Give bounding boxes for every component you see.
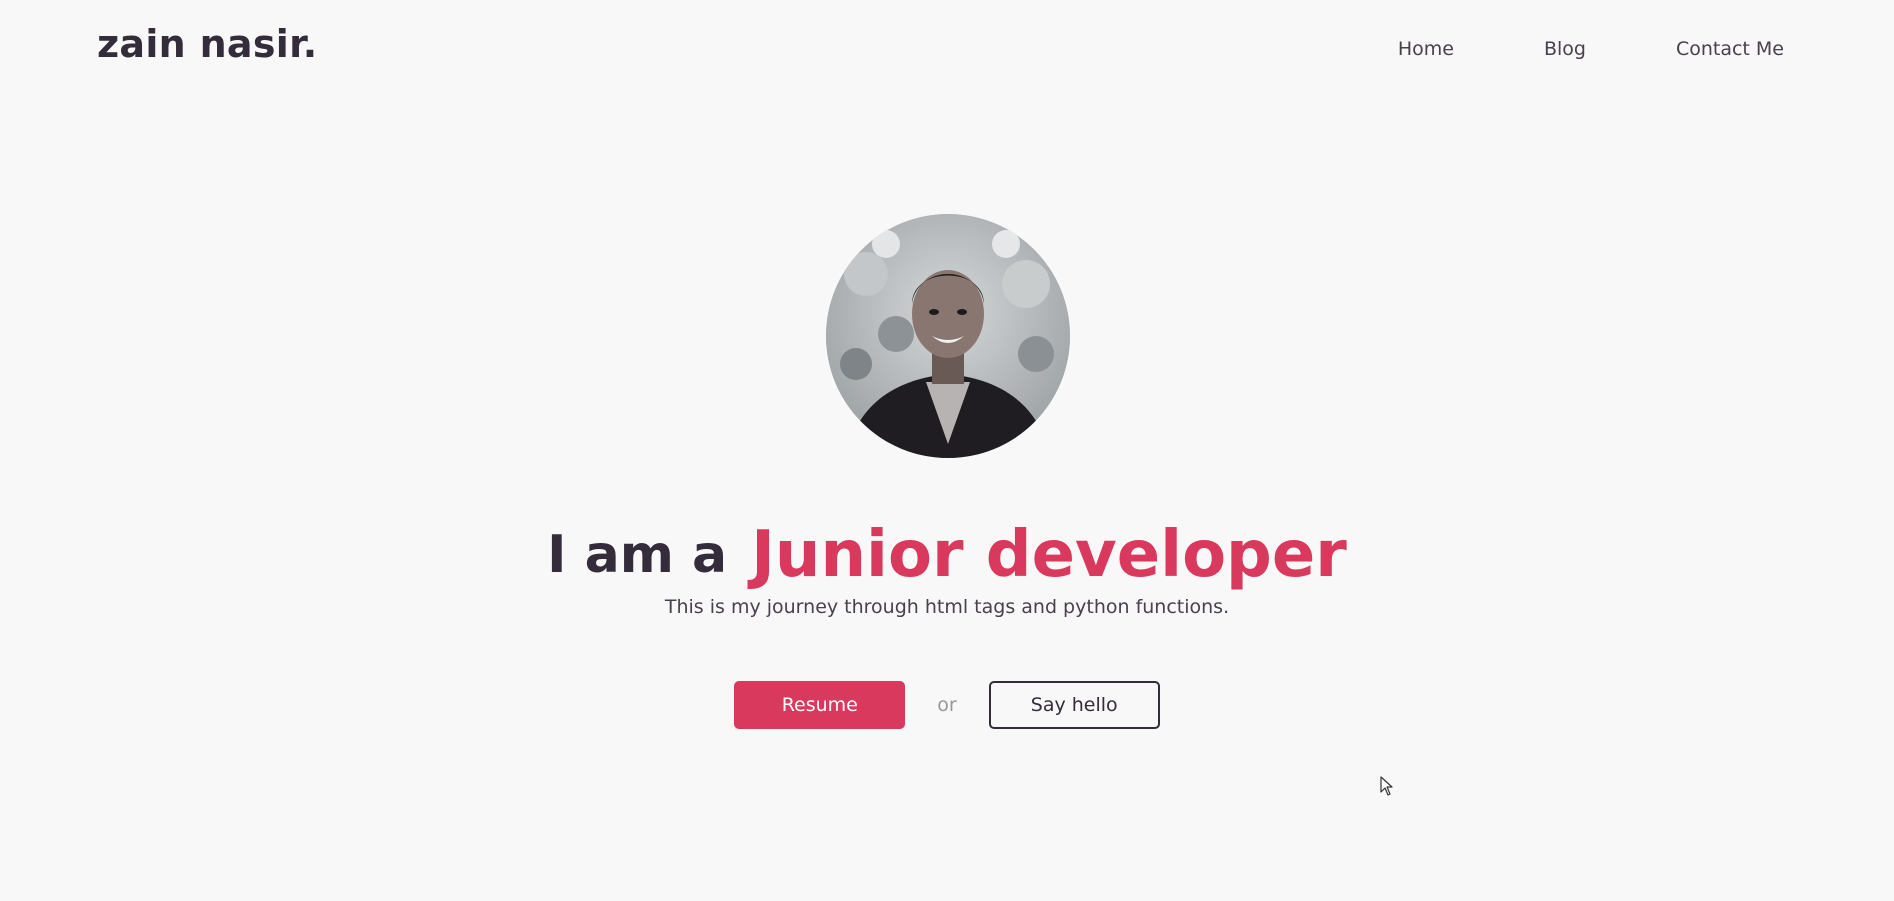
say-hello-button[interactable]: Say hello xyxy=(988,681,1160,729)
mouse-cursor-icon xyxy=(1380,776,1393,796)
headline-lead: I am a xyxy=(547,525,728,585)
nav-contact-link[interactable]: Contact Me xyxy=(1676,38,1784,60)
nav-home-link[interactable]: Home xyxy=(1398,38,1454,60)
main-nav: Home Blog Contact Me xyxy=(1398,38,1784,60)
resume-button[interactable]: Resume xyxy=(734,681,906,729)
site-logo[interactable]: zain nasir. xyxy=(97,22,317,66)
profile-photo-image xyxy=(826,214,1070,458)
site-header: zain nasir. Home Blog Contact Me xyxy=(0,0,1894,110)
headline-role: Junior developer xyxy=(751,518,1347,592)
profile-avatar xyxy=(826,214,1070,458)
hero-headline: I am a Junior developer xyxy=(0,518,1894,592)
hero-tagline: This is my journey through html tags and… xyxy=(664,596,1230,618)
hero-actions: Resume or Say hello xyxy=(0,681,1894,729)
nav-blog-link[interactable]: Blog xyxy=(1544,38,1586,60)
separator-text: or xyxy=(937,694,957,716)
